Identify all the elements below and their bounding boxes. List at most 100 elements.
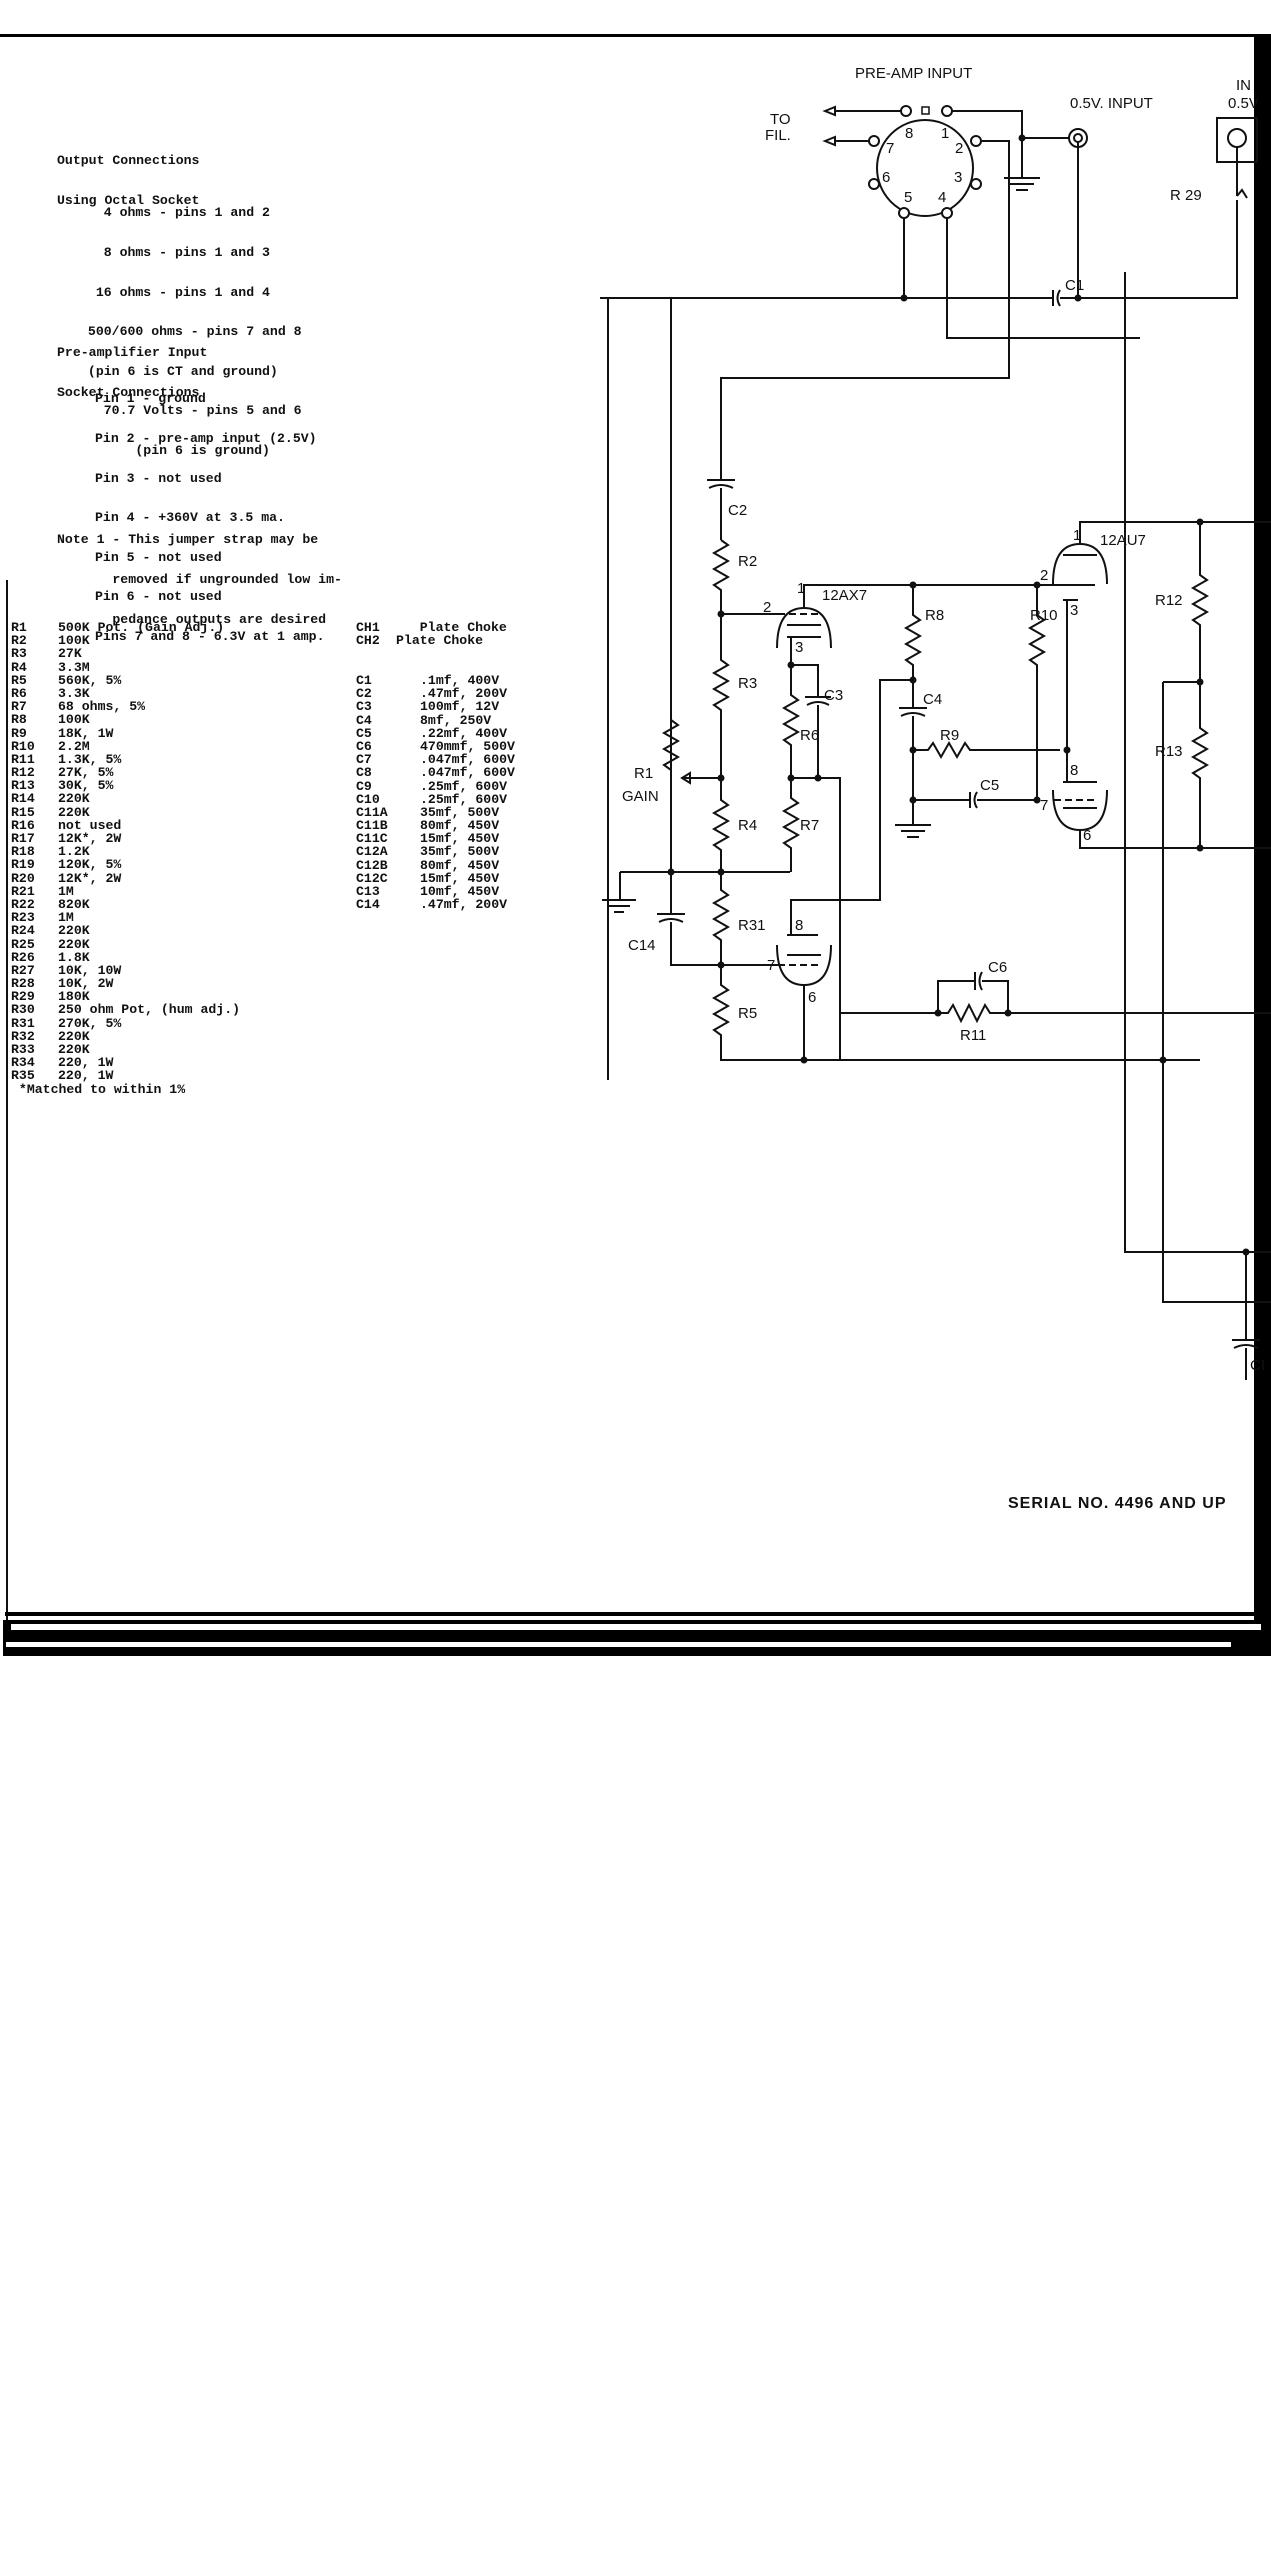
pin-label: 6 [882,169,890,186]
arrow-icon [822,135,836,147]
resistor-row: R24 220K [11,924,240,937]
preamp-socket-title-line: Pre-amplifier Input [57,345,208,361]
resistor-row: R19 120K, 5% [11,858,240,871]
page-bottom-border [5,1612,1263,1616]
resistor-value: 120K, 5% [58,857,122,873]
socket-pin-8 [900,105,912,117]
capacitor-ref: C10 [356,791,380,807]
wire [1063,521,1271,556]
capacitor-row: C5 .22mf, 400V [356,727,515,740]
resistor-ref: R10 [11,738,35,754]
capacitor-ref: C12A [356,844,388,860]
resistor-r4-icon [711,778,731,872]
resistor-ref: R31 [11,1015,35,1031]
pin-number: 7 [767,957,775,974]
r5-label: R5 [738,1005,757,1022]
wire [1063,599,1078,750]
c5-label: C5 [980,777,999,794]
socket-pin-5 [898,207,910,219]
pin-label: 8 [905,125,913,142]
resistor-row: R25 220K [11,937,240,950]
wire [1063,750,1097,783]
resistor-row: R1 500K Pot. (Gain Adj.) [11,621,240,634]
resistor-ref: R24 [11,923,35,939]
page-bottom-edge [3,1620,1271,1656]
capacitor-ref: C4 [356,712,372,728]
r3-label: R3 [738,675,757,692]
r7-label: R7 [800,817,819,834]
resistor-value: 100K [58,712,90,728]
resistor-icon [1236,188,1248,199]
socket-pin-1 [941,105,953,117]
socket-pin-2 [970,135,982,147]
resistor-ref: R15 [11,804,35,820]
resistor-row: R7 68 ohms, 5% [11,700,240,713]
output-connections-title-line: Output Connections [57,153,200,169]
resistor-ref: R19 [11,857,35,873]
resistor-value: 27K [58,646,82,662]
resistor-ref: R9 [11,725,27,741]
pin-number: 1 [1073,527,1081,544]
socket-pin-3 [970,178,982,190]
resistor-row: R4 3.3M [11,659,240,675]
capacitor-value: 8mf, 250V [420,712,492,728]
resistor-row: R34 220, 1W [11,1056,240,1069]
resistor-r31-icon [711,872,731,965]
resistor-value: 270K, 5% [58,1015,122,1031]
capacitor-value: 35mf, 500V [420,844,500,860]
pin-number: 6 [808,989,816,1006]
pin-number: 2 [763,599,771,616]
capacitor-row: C12B 80mf, 450V [356,857,515,873]
resistor-row: R14 220K [11,792,240,805]
resistor-r6-icon [781,665,801,778]
capacitor-value: .25mf, 600V [420,791,508,807]
resistor-row: R32 220K [11,1030,240,1043]
pin-label: 7 [886,140,894,157]
resistor-row: R35 220, 1W [11,1069,240,1082]
resistor-r2-icon [711,539,731,614]
wire [1162,682,1271,1303]
resistor-value: 220K [58,923,90,939]
r11-label: R11 [960,1027,986,1044]
resistor-row: R15 220K [11,804,240,820]
to-fil-label: TO [770,111,791,128]
pin-number: 3 [1070,602,1078,619]
note-line: Note 1 - This jumper strap may be [57,532,319,548]
preamp-pin-line: Pin 3 - not used [95,470,222,486]
resistor-row: R12 27K, 5% [11,766,240,779]
pin-number: 3 [795,639,803,656]
r8-label: R8 [925,607,944,624]
resistor-r7-icon [781,778,801,872]
capacitor-row: C4 8mf, 250V [356,712,515,728]
capacitor-ref: C9 [356,778,372,794]
pin-label: 3 [954,169,962,186]
edge-highlight [6,1642,1231,1647]
resistor-list: R1 500K Pot. (Gain Adj.) R2 100K R3 27K R4 3.3M… [11,621,240,1096]
resistor-row: R30 250 ohm Pot, (hum adj.) [11,1003,240,1016]
resistor-row: R2 100K [11,634,240,647]
resistor-ref: R4 [11,659,27,675]
junction [1196,844,1204,852]
edge-highlight [11,1624,1261,1630]
resistor-value: 220K [58,791,90,807]
c2-label: C2 [728,502,747,519]
capacitor-row: C3 100mf, 12V [356,700,515,713]
preamp-pin-line: Pin 1 - ground [95,391,206,407]
octal-socket: 1 2 3 4 5 6 7 8 [868,105,982,219]
capacitor-ref: C14 [356,897,380,913]
resistor-value: 12K*, 2W [58,870,122,886]
capacitor-value: 80mf, 450V [420,857,500,873]
resistor-ref: R20 [11,870,35,886]
resistor-value: 560K, 5% [58,672,122,688]
capacitor-value: .25mf, 600V [420,778,508,794]
pin-label: 5 [904,189,912,206]
parts-list-left-rule [6,580,8,1620]
r12-label: R12 [1155,592,1183,609]
pin-number: 2 [1040,567,1048,584]
wire [1078,200,1238,299]
resistor-row: R11 1.3K, 5% [11,753,240,766]
resistor-row: R5 560K, 5% [11,674,240,687]
resistor-row: R10 2.2M [11,738,240,754]
capacitor-row: C12A 35mf, 500V [356,845,515,858]
resistor-value: 2.2M [58,738,90,754]
